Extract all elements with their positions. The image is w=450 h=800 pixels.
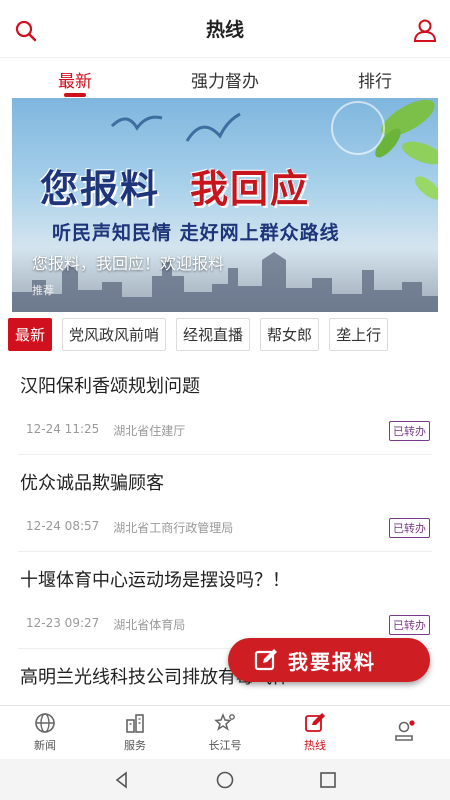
status-badge: 已转办 (389, 421, 430, 441)
search-icon[interactable] (14, 19, 38, 43)
banner-tag: 推荐 (32, 284, 54, 297)
chip-tv-live[interactable]: 经视直播 (176, 318, 251, 351)
profile-icon (395, 720, 415, 741)
banner-headline: 您报料 我回应 (40, 158, 310, 213)
home-icon[interactable] (215, 770, 235, 790)
nav-services[interactable]: 服务 (90, 706, 180, 759)
item-time: 12-23 09:27 (26, 616, 100, 630)
buildings-icon (126, 714, 144, 733)
item-meta: 12-24 11:25 湖北省住建厅 (26, 422, 185, 439)
tab-ranking[interactable]: 排行 (300, 58, 450, 100)
nav-hotline[interactable]: 热线 (270, 706, 360, 759)
banner-slogan: 听民声知民情 走好网上群众路线 (52, 222, 340, 244)
banner-caption: 您报料，我回应！欢迎报料 (32, 254, 225, 273)
item-dept: 湖北省体育局 (113, 618, 186, 632)
chip-help-girls[interactable]: 帮女郎 (260, 318, 320, 351)
report-list: 汉阳保利香颂规划问题 12-24 11:25 湖北省住建厅 已转办 优众诚品欺骗… (0, 358, 450, 746)
nav-label: 热线 (304, 739, 326, 752)
report-button[interactable]: 我要报料 (228, 638, 430, 682)
system-nav-bar (0, 759, 450, 800)
recents-icon[interactable] (318, 770, 338, 790)
tab-supervision[interactable]: 强力督办 (150, 58, 300, 100)
globe-icon (35, 713, 55, 733)
item-time: 12-24 08:57 (26, 519, 100, 533)
item-dept: 湖北省住建厅 (113, 424, 186, 438)
category-chips: 最新 党风政风前哨 经视直播 帮女郎 垄上行 (0, 318, 450, 354)
item-time: 12-24 11:25 (26, 422, 100, 436)
list-item[interactable]: 十堰体育中心运动场是摆设吗？！ 12-23 09:27 湖北省体育局 已转办 (18, 552, 432, 649)
tab-bar: 最新 强力督办 排行 (0, 58, 450, 100)
nav-label: 服务 (124, 739, 146, 752)
item-title: 十堰体育中心运动场是摆设吗？！ (20, 570, 290, 591)
item-title: 汉阳保利香颂规划问题 (20, 376, 200, 397)
birds-decoration (110, 112, 241, 142)
headline-left: 您报料 (40, 166, 161, 211)
item-dept: 湖北省工商行政管理局 (113, 521, 234, 535)
report-button-label: 我要报料 (288, 649, 376, 674)
tab-latest[interactable]: 最新 (0, 58, 150, 100)
nav-label: 新闻 (34, 739, 56, 752)
back-icon[interactable] (112, 770, 132, 790)
bottom-nav: 新闻 服务 长江号 热线 (0, 705, 450, 759)
edit-icon (254, 649, 277, 671)
user-icon[interactable] (412, 17, 438, 43)
item-meta: 12-23 09:27 湖北省体育局 (26, 616, 185, 633)
status-badge: 已转办 (389, 615, 430, 635)
nav-label: 长江号 (208, 739, 242, 752)
star-icon (214, 712, 235, 731)
chip-party-style[interactable]: 党风政风前哨 (62, 318, 167, 351)
leaves-decoration (331, 99, 438, 200)
edit-icon (305, 713, 325, 732)
promo-banner[interactable]: 您报料 我回应 听民声知民情 走好网上群众路线 您报料，我回应！欢迎报料 推荐 (12, 98, 438, 312)
item-title: 优众诚品欺骗顾客 (20, 473, 164, 494)
top-bar: 热线 (0, 0, 450, 58)
chip-latest[interactable]: 最新 (8, 318, 53, 351)
list-item[interactable]: 汉阳保利香颂规划问题 12-24 11:25 湖北省住建厅 已转办 (18, 358, 432, 455)
status-badge: 已转办 (389, 518, 430, 538)
nav-profile[interactable] (360, 706, 450, 759)
page-title: 热线 (205, 19, 244, 41)
headline-right: 我回应 (190, 166, 311, 211)
list-item[interactable]: 优众诚品欺骗顾客 12-24 08:57 湖北省工商行政管理局 已转办 (18, 455, 432, 552)
item-meta: 12-24 08:57 湖北省工商行政管理局 (26, 519, 233, 536)
nav-news[interactable]: 新闻 (0, 706, 90, 759)
nav-changjiang[interactable]: 长江号 (180, 706, 270, 759)
chip-rural[interactable]: 垄上行 (329, 318, 389, 351)
